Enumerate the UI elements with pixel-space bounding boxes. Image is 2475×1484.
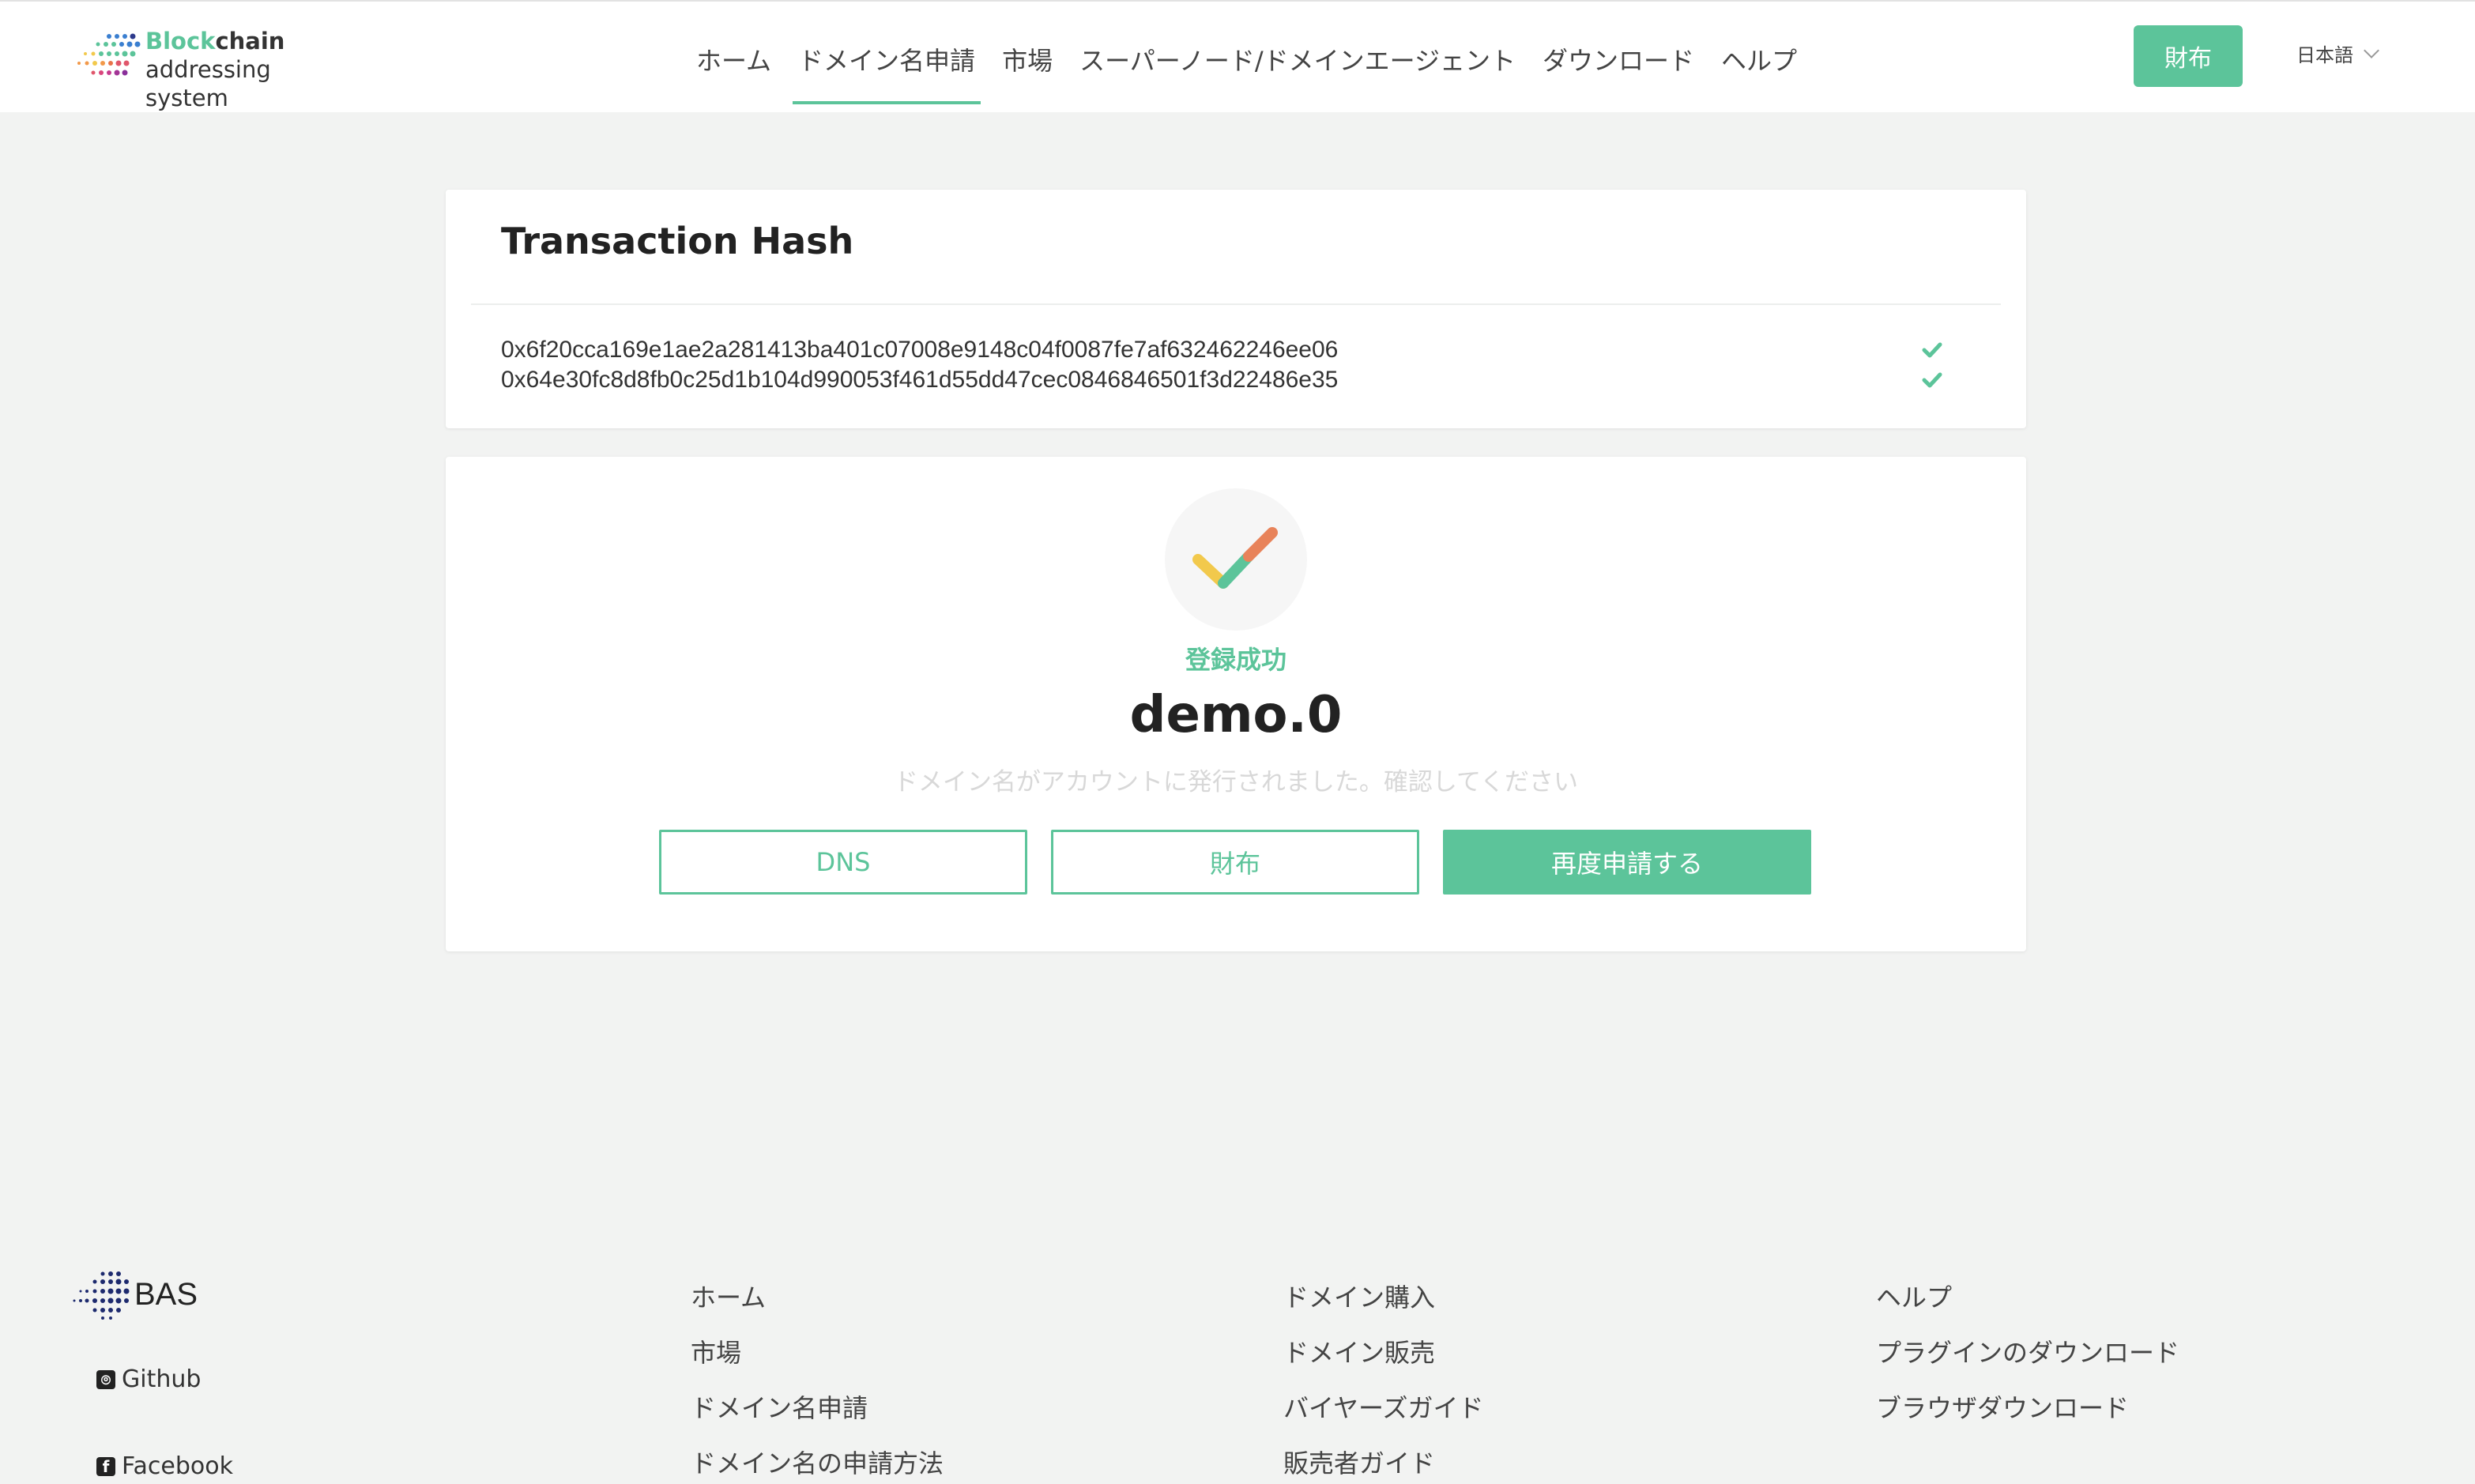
check-icon: [1922, 342, 1942, 358]
transaction-hash-card: Transaction Hash 0x6f20cca169e1ae2a28141…: [446, 190, 2026, 428]
footer-link-market[interactable]: 市場: [691, 1337, 944, 1392]
hash-value[interactable]: 0x6f20cca169e1ae2a281413ba401c07008e9148…: [501, 337, 1338, 363]
footer-column-trade: ドメイン購入 ドメイン販売 バイヤーズガイド 販売者ガイド: [1283, 1282, 1483, 1484]
success-check-icon: [1192, 527, 1278, 589]
footer-link-buyer-guide[interactable]: バイヤーズガイド: [1283, 1392, 1483, 1448]
wallet-result-button[interactable]: 財布: [1051, 830, 1419, 895]
divider: [471, 303, 2001, 305]
logo-text: Blockchain addressing system: [145, 27, 359, 112]
github-icon: ⌾: [96, 1369, 115, 1389]
nav-home[interactable]: ホーム: [683, 2, 785, 114]
footer-brand: BAS: [134, 1276, 198, 1312]
nav-supernode-agent[interactable]: スーパーノード/ドメインエージェント: [1066, 2, 1529, 114]
blockchain-addressing-system-logo[interactable]: Blockchain addressing system: [74, 24, 359, 111]
registered-domain: demo.0: [1129, 686, 1343, 744]
logo-word-block: Block: [145, 28, 216, 55]
nav-domain-application[interactable]: ドメイン名申請: [785, 2, 989, 114]
footer-link-domain-application[interactable]: ドメイン名申請: [691, 1392, 944, 1448]
github-link[interactable]: ⌾ Github: [96, 1365, 201, 1393]
footer-link-help[interactable]: ヘルプ: [1876, 1282, 2179, 1337]
hash-row: 0x64e30fc8d8fb0c25d1b104d990053f461d55dd…: [501, 365, 1971, 395]
top-navigation-bar: Blockchain addressing system ホーム ドメイン名申請…: [0, 0, 2475, 112]
logo-subtitle: addressing system: [145, 56, 271, 111]
footer-link-buy-domain[interactable]: ドメイン購入: [1283, 1282, 1483, 1337]
language-label: 日本語: [2296, 44, 2353, 66]
check-icon: [1922, 372, 1942, 388]
wallet-button[interactable]: 財布: [2134, 25, 2243, 87]
transaction-hash-title: Transaction Hash: [501, 220, 854, 262]
footer-link-how-to-apply[interactable]: ドメイン名の申請方法: [691, 1448, 944, 1484]
hash-list: 0x6f20cca169e1ae2a281413ba401c07008e9148…: [501, 335, 1971, 395]
footer-link-seller-guide[interactable]: 販売者ガイド: [1283, 1448, 1483, 1484]
apply-again-button[interactable]: 再度申請する: [1443, 830, 1811, 895]
logo-word-chain: chain: [215, 28, 285, 55]
nav-help[interactable]: ヘルプ: [1708, 2, 1810, 114]
hash-value[interactable]: 0x64e30fc8d8fb0c25d1b104d990053f461d55dd…: [501, 367, 1338, 394]
bas-logo-icon: [73, 1271, 130, 1320]
nav-download[interactable]: ダウンロード: [1529, 2, 1708, 114]
github-label: Github: [122, 1365, 202, 1393]
footer-link-plugin-download[interactable]: プラグインのダウンロード: [1876, 1337, 2179, 1392]
main-nav: ホーム ドメイン名申請 市場 スーパーノード/ドメインエージェント ダウンロード…: [683, 2, 1810, 114]
footer-link-sell-domain[interactable]: ドメイン販売: [1283, 1337, 1483, 1392]
chevron-down-icon: [2364, 42, 2379, 58]
footer-bas-logo[interactable]: BAS: [71, 1269, 198, 1320]
nav-market[interactable]: 市場: [989, 2, 1066, 114]
footer-link-browser-download[interactable]: ブラウザダウンロード: [1876, 1392, 2179, 1448]
facebook-icon: f: [96, 1456, 115, 1476]
facebook-link[interactable]: f Facebook: [96, 1452, 233, 1480]
logo-dots-icon: [77, 33, 141, 76]
hash-row: 0x6f20cca169e1ae2a281413ba401c07008e9148…: [501, 335, 1971, 365]
footer-link-home[interactable]: ホーム: [691, 1282, 944, 1337]
facebook-label: Facebook: [122, 1452, 233, 1480]
success-badge: [1165, 488, 1307, 631]
dns-button[interactable]: DNS: [659, 830, 1027, 895]
registration-result-card: 登録成功 demo.0 ドメイン名がアカウントに発行されました。確認してください…: [446, 457, 2026, 951]
footer-column-support: ヘルプ プラグインのダウンロード ブラウザダウンロード: [1876, 1282, 2179, 1448]
footer-column-site: ホーム 市場 ドメイン名申請 ドメイン名の申請方法: [691, 1282, 944, 1484]
success-message: ドメイン名がアカウントに発行されました。確認してください: [893, 768, 1579, 797]
success-status: 登録成功: [1185, 645, 1286, 675]
language-selector[interactable]: 日本語: [2296, 40, 2379, 67]
